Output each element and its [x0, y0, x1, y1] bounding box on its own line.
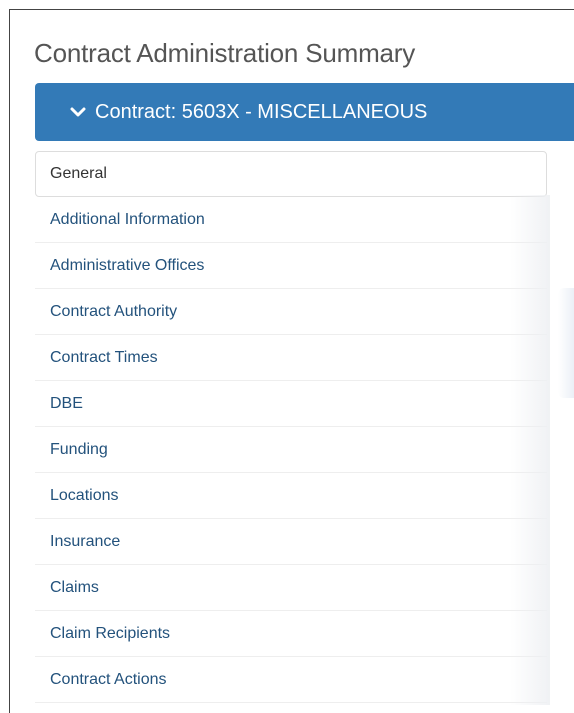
- contract-panel-header[interactable]: Contract: 5603X - MISCELLANEOUS: [35, 83, 574, 141]
- page-title: Contract Administration Summary: [34, 38, 416, 68]
- content-frame: Contract Administration Summary Contract…: [9, 9, 574, 713]
- nav-item-claim-recipients[interactable]: Claim Recipients: [35, 611, 547, 657]
- nav-item-contract-actions[interactable]: Contract Actions: [35, 657, 547, 703]
- nav-item-claims[interactable]: Claims: [35, 565, 547, 611]
- section-nav-list: General Additional Information Administr…: [35, 151, 547, 703]
- nav-item-dbe[interactable]: DBE: [35, 381, 547, 427]
- nav-item-contract-times[interactable]: Contract Times: [35, 335, 547, 381]
- nav-item-insurance[interactable]: Insurance: [35, 519, 547, 565]
- nav-item-additional-information[interactable]: Additional Information: [35, 197, 547, 243]
- chevron-down-icon: [69, 103, 87, 121]
- nav-item-funding[interactable]: Funding: [35, 427, 547, 473]
- nav-item-general[interactable]: General: [35, 151, 547, 197]
- contract-panel-label: Contract: 5603X - MISCELLANEOUS: [95, 100, 428, 123]
- nav-item-locations[interactable]: Locations: [35, 473, 547, 519]
- nav-item-contract-authority[interactable]: Contract Authority: [35, 289, 547, 335]
- faded-popover-edge: [558, 288, 574, 398]
- nav-item-administrative-offices[interactable]: Administrative Offices: [35, 243, 547, 289]
